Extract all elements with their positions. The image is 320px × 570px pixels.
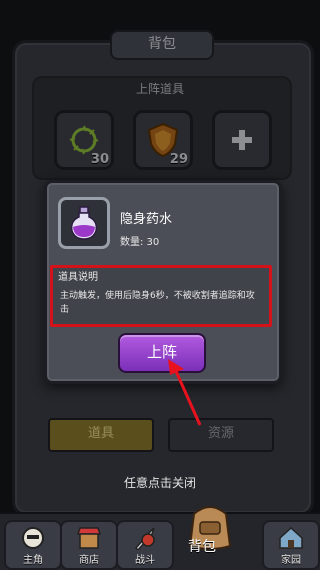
nav-home-label: 家园 bbox=[281, 555, 301, 566]
nav-battle[interactable]: 战斗 bbox=[116, 520, 174, 570]
hero-icon bbox=[22, 527, 44, 549]
item-name: 隐身药水 bbox=[120, 212, 173, 227]
nav-battle-label: 战斗 bbox=[135, 555, 155, 566]
nav-hero-label: 主角 bbox=[23, 555, 43, 566]
nav-hero[interactable]: 主角 bbox=[4, 520, 62, 570]
nav-backpack[interactable]: 背包 bbox=[170, 500, 250, 568]
nav-backpack-label: 背包 bbox=[188, 539, 216, 555]
home-icon bbox=[279, 526, 303, 549]
battle-icon bbox=[134, 527, 155, 550]
close-hint: 任意点击关闭 bbox=[123, 476, 196, 490]
nav-home[interactable]: 家园 bbox=[262, 520, 320, 570]
description-title: 道具说明 bbox=[58, 272, 98, 283]
item-quantity: 数量: 30 bbox=[120, 237, 160, 248]
item-icon-frame bbox=[58, 197, 110, 249]
nav-shop-label: 商店 bbox=[79, 555, 99, 566]
description-text: 主动触发，使用后隐身6秒，不被收割者追踪和攻击 bbox=[60, 291, 255, 315]
purple-potion-icon bbox=[70, 206, 98, 240]
shop-icon bbox=[76, 527, 102, 549]
nav-shop[interactable]: 商店 bbox=[60, 520, 118, 570]
pointer-arrow-icon bbox=[168, 359, 202, 426]
